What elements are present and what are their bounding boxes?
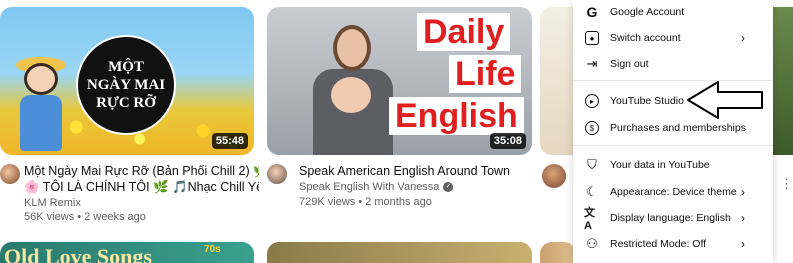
thumbnail-word: Daily bbox=[417, 13, 511, 51]
menu-item-restricted-mode[interactable]: ⚇ Restricted Mode: Off › bbox=[573, 231, 773, 257]
video-title[interactable]: Một Ngày Mai Rực Rỡ (Bản Phối Chill 2) 🌿 bbox=[24, 163, 259, 179]
video-thumbnail[interactable]: Daily Life English 35:08 bbox=[267, 7, 532, 155]
thumbnail-text: Old Love Songs bbox=[4, 244, 152, 263]
annotation-arrow-icon bbox=[687, 81, 763, 119]
menu-item-label: Appearance: Device theme bbox=[610, 186, 737, 198]
chevron-right-icon: › bbox=[741, 237, 745, 251]
menu-item-google-account[interactable]: G Google Account bbox=[573, 0, 773, 25]
duration-badge: 55:48 bbox=[211, 133, 248, 149]
menu-item-label: Switch account bbox=[610, 32, 681, 44]
channel-avatar[interactable] bbox=[542, 164, 566, 188]
menu-item-label: Restricted Mode: Off bbox=[610, 238, 707, 250]
menu-item-label: Google Account bbox=[610, 6, 685, 18]
menu-item-appearance[interactable]: ☾ Appearance: Device theme › bbox=[573, 179, 773, 205]
video-thumbnail[interactable] bbox=[267, 242, 532, 263]
menu-item-label: Purchases and memberships bbox=[610, 122, 746, 134]
thumbnail-title-text: MỘT NGÀY MAI RỰC RỠ bbox=[86, 59, 166, 111]
account-menu: G Google Account ● Switch account › ⇥ Si… bbox=[573, 0, 773, 263]
duration-badge: 35:08 bbox=[489, 133, 526, 149]
switch-account-icon: ● bbox=[584, 30, 600, 46]
video-stats: 729K views • 2 months ago bbox=[299, 196, 432, 208]
google-g-icon: G bbox=[586, 4, 598, 20]
video-stats: 56K views • 2 weeks ago bbox=[24, 211, 146, 223]
menu-item-label: Display language: English bbox=[610, 212, 731, 224]
video-thumbnail[interactable] bbox=[540, 7, 576, 155]
menu-item-label: Your data in YouTube bbox=[610, 159, 710, 171]
menu-item-label: YouTube Studio bbox=[610, 95, 684, 107]
menu-divider bbox=[573, 145, 773, 146]
video-thumbnail[interactable]: Old Love Songs 70s bbox=[0, 242, 254, 263]
channel-name[interactable]: Speak English With Vanessa ✓ bbox=[299, 180, 454, 195]
channel-name[interactable]: KLM Remix bbox=[24, 196, 81, 211]
video-title-line2[interactable]: 🌸 TÔI LÀ CHÍNH TÔI 🌿 🎵Nhạc Chill Yêu ... bbox=[24, 179, 259, 195]
verified-icon: ✓ bbox=[443, 182, 454, 193]
menu-item-your-data[interactable]: ⛉ Your data in YouTube bbox=[573, 152, 773, 178]
restricted-mode-icon: ⚇ bbox=[586, 236, 598, 251]
moon-icon: ☾ bbox=[586, 184, 598, 199]
youtube-studio-icon: ▸ bbox=[584, 93, 600, 109]
sign-out-icon: ⇥ bbox=[586, 56, 598, 71]
shield-icon: ⛉ bbox=[587, 157, 597, 172]
girl-illustration bbox=[14, 57, 68, 151]
thumbnail-badge: 70s bbox=[204, 244, 221, 255]
chevron-right-icon: › bbox=[741, 211, 745, 225]
chevron-right-icon: › bbox=[741, 31, 745, 45]
thumbnail-title-disc: MỘT NGÀY MAI RỰC RỠ bbox=[76, 35, 176, 135]
channel-avatar[interactable] bbox=[0, 164, 20, 184]
menu-item-label: Sign out bbox=[610, 58, 649, 70]
dollar-icon: $ bbox=[584, 120, 600, 136]
video-thumbnail[interactable]: MỘT NGÀY MAI RỰC RỠ 55:48 bbox=[0, 7, 254, 155]
thumbnail-word: Life bbox=[449, 55, 522, 93]
thumbnail-word: English bbox=[389, 97, 524, 135]
menu-item-sign-out[interactable]: ⇥ Sign out bbox=[573, 51, 773, 77]
video-thumbnail[interactable] bbox=[540, 242, 576, 263]
menu-item-switch-account[interactable]: ● Switch account › bbox=[573, 25, 773, 51]
chevron-right-icon: › bbox=[741, 185, 745, 199]
person-illustration bbox=[307, 25, 397, 155]
menu-item-display-language[interactable]: 文A Display language: English › bbox=[573, 205, 773, 232]
video-title[interactable]: Speak American English Around Town bbox=[299, 163, 534, 179]
channel-name-text: Speak English With Vanessa bbox=[299, 181, 440, 193]
more-options-icon[interactable]: ⋮ bbox=[780, 176, 793, 192]
translate-icon: 文A bbox=[584, 207, 595, 232]
channel-avatar[interactable] bbox=[267, 164, 287, 184]
